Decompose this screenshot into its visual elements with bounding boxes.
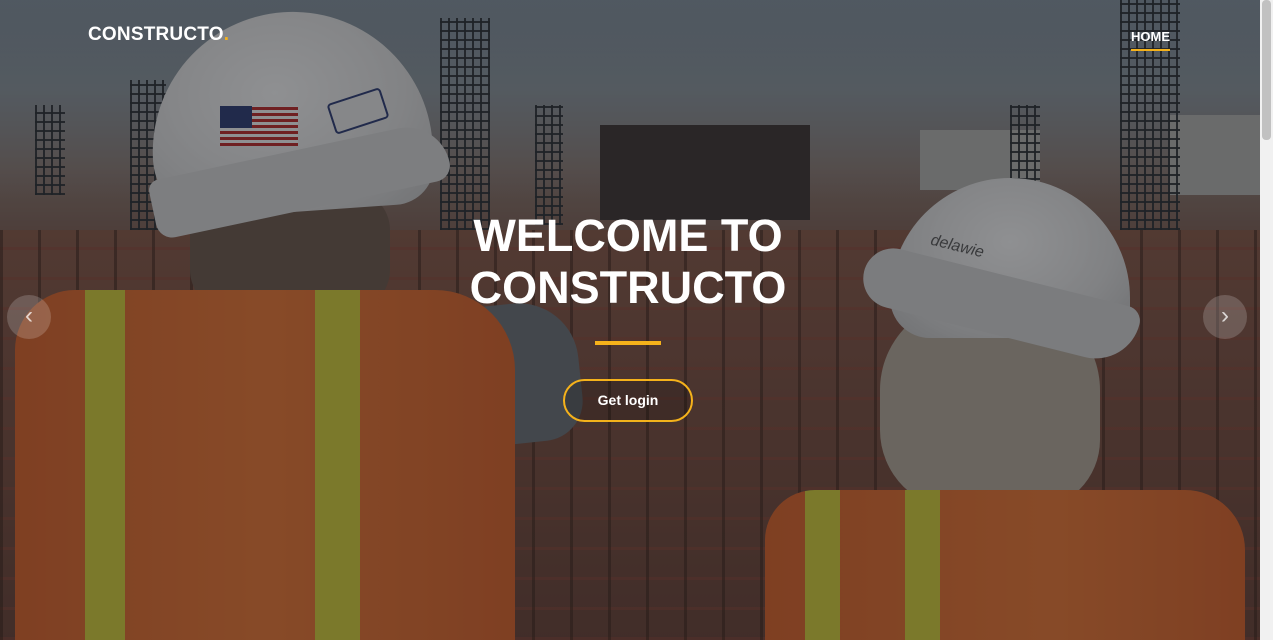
scrollbar-thumb[interactable] [1262, 0, 1271, 140]
nav-item-home[interactable]: HOME [1131, 29, 1170, 51]
hero-title-line-2: CONSTRUCTO [469, 262, 787, 313]
carousel-next-button[interactable]: › [1203, 295, 1247, 339]
hero-title-line-1: WELCOME TO [473, 210, 783, 261]
site-logo[interactable]: CONSTRUCTO. [88, 24, 229, 46]
hero-title: WELCOME TO CONSTRUCTO [0, 210, 1256, 314]
chevron-left-icon: ‹ [25, 302, 33, 329]
main-nav: HOME [1131, 28, 1170, 51]
hero-content: WELCOME TO CONSTRUCTO Get login [0, 210, 1256, 422]
logo-text: CONSTRUCTO [88, 24, 224, 45]
get-login-button[interactable]: Get login [563, 379, 693, 422]
logo-dot: . [223, 24, 230, 45]
carousel-prev-button[interactable]: ‹ [7, 295, 51, 339]
chevron-right-icon: › [1221, 302, 1229, 329]
hero-divider [595, 341, 661, 345]
page-scrollbar[interactable] [1260, 0, 1273, 640]
